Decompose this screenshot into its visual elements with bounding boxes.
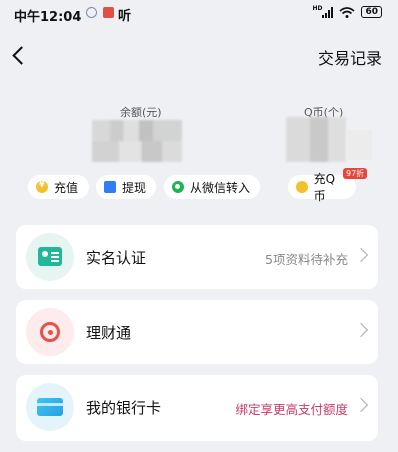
wechat-icon (172, 181, 184, 193)
real-name-icon-bg (26, 233, 74, 281)
back-button[interactable] (8, 44, 32, 68)
wifi-icon (339, 6, 355, 18)
list-item-real-name-verification[interactable]: 实名认证 5项资料待补充 (16, 225, 378, 289)
licaitong-icon (40, 322, 60, 342)
signal-icon: HD (312, 5, 334, 18)
list-item-title: 实名认证 (86, 249, 147, 267)
list-item-title: 我的银行卡 (86, 399, 162, 417)
withdraw-button[interactable]: 提现 (96, 175, 156, 199)
list-item-licaitong[interactable]: 理财通 (16, 300, 378, 364)
wechat-transfer-label: 从微信转入 (190, 180, 251, 195)
list-item-subtitle: 绑定享更高支付额度 (235, 402, 348, 417)
bank-card-icon-bg (26, 383, 74, 431)
status-bar: 中午12:04 听 HD 60 (0, 0, 398, 28)
balance-yuan-amount-redacted (92, 120, 182, 162)
status-time: 中午12:04 (14, 10, 82, 25)
recharge-button[interactable]: 充值 (28, 175, 89, 199)
list-item-title: 理财通 (86, 324, 132, 342)
licaitong-icon-bg (26, 308, 74, 356)
notification-app-icon (86, 7, 97, 18)
chevron-right-icon (353, 247, 369, 263)
coin-icon (36, 180, 48, 193)
wechat-transfer-button[interactable]: 从微信转入 (164, 175, 260, 199)
list-item-bank-cards[interactable]: 我的银行卡 绑定享更高支付额度 (16, 375, 378, 441)
transaction-records-link[interactable]: 交易记录 (318, 45, 382, 69)
chevron-right-icon (353, 322, 369, 338)
id-card-icon (38, 247, 62, 266)
status-right-group: HD 60 (312, 5, 382, 18)
list-item-subtitle: 5项资料待补充 (265, 252, 348, 267)
balance-yuan-label: 余额(元) (120, 106, 162, 119)
wallet-icon (104, 181, 116, 193)
qcoin-amount-redacted (286, 117, 346, 162)
notification-news-icon (103, 7, 114, 18)
status-listen-label: 听 (118, 9, 132, 24)
qcoin-recharge-label: 充Q币 (313, 172, 336, 203)
chevron-right-icon (353, 397, 369, 413)
battery-icon: 60 (361, 6, 382, 18)
bank-card-icon (37, 398, 63, 416)
network-type-label: HD (312, 4, 323, 12)
qcoin-icon (296, 181, 308, 193)
withdraw-label: 提现 (122, 180, 147, 195)
recharge-label: 充值 (54, 180, 79, 195)
qcoin-amount-redacted-edge (346, 130, 372, 160)
discount-badge: 97折 (343, 168, 368, 179)
